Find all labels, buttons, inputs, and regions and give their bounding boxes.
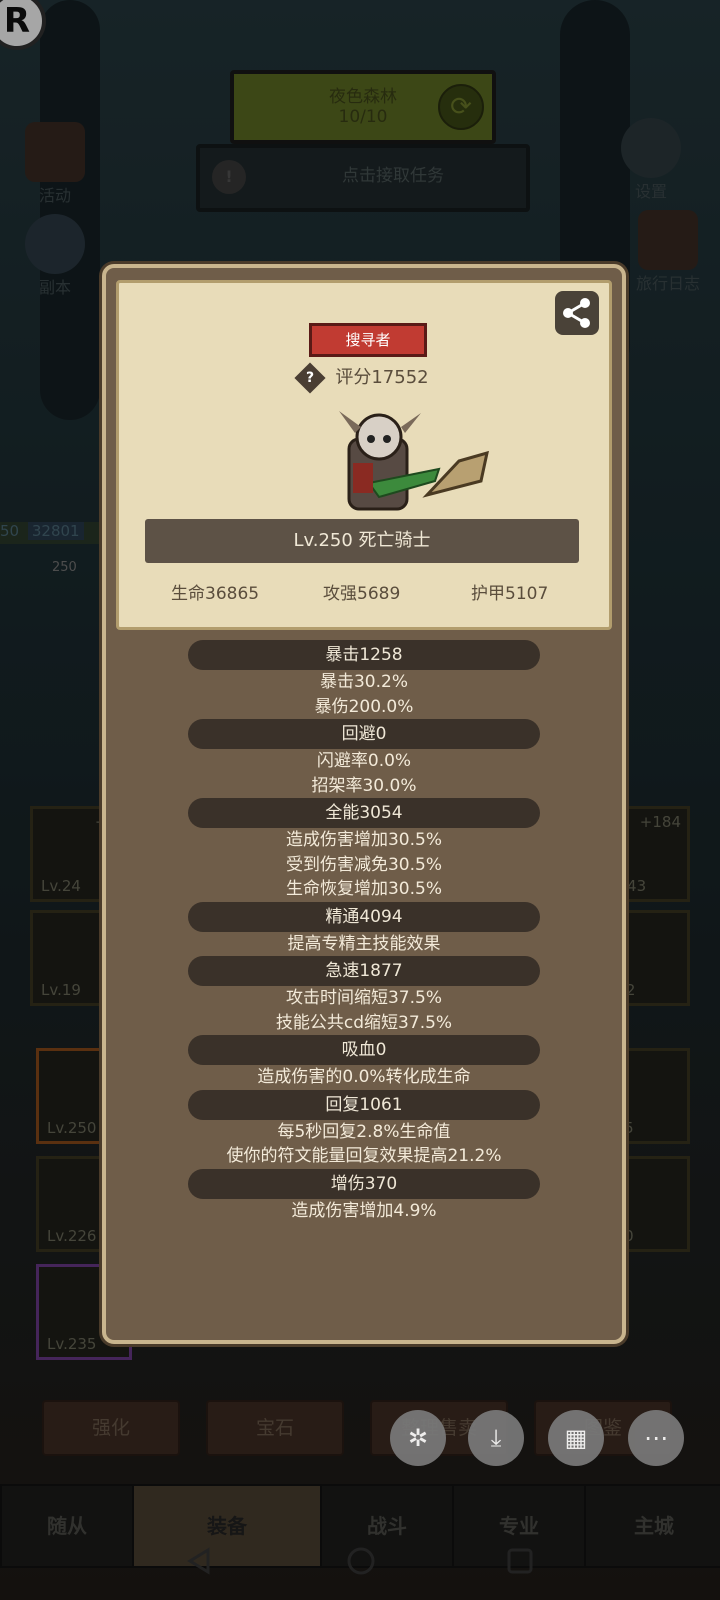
base-stat-armor: 护甲5107 <box>471 584 549 604</box>
stat-header: 回避0 <box>188 719 540 749</box>
stat-detail: 造成伤害的0.0%转化成生命 <box>257 1067 471 1087</box>
stat-header: 吸血0 <box>188 1035 540 1065</box>
stat-header: 回复1061 <box>188 1089 540 1120</box>
back-icon[interactable] <box>184 1546 214 1580</box>
stat-detail: 技能公共cd缩短37.5% <box>275 1012 453 1033</box>
grid-icon[interactable]: ▦ <box>548 1410 604 1466</box>
base-stat-hp: 生命36865 <box>171 584 260 604</box>
help-icon[interactable]: ? <box>294 362 326 394</box>
stat-detail: 造成伤害增加30.5% <box>285 830 442 850</box>
stat-detail: 提高专精主技能效果 <box>287 933 441 954</box>
character-stats-panel: 搜寻者 ? 评分17552 Lv.250 死亡骑士 生命36865 攻强5689 <box>102 264 626 1344</box>
share-icon[interactable] <box>555 291 599 335</box>
death-knight-portrait <box>309 403 489 523</box>
stat-detail: 招架率30.0% <box>311 775 417 796</box>
score: 评分17552 <box>335 367 429 388</box>
stat-detail: 造成伤害增加4.9% <box>291 1200 437 1221</box>
pinwheel-icon[interactable]: ✲ <box>390 1410 446 1466</box>
stat-header: 急速1877 <box>188 956 540 986</box>
score-row: ? 评分17552 <box>119 362 609 394</box>
stat-list: 暴击1258 暴击30.2% 暴伤200.0% 回避0 闪避率0.0% 招架率3… <box>106 640 622 1223</box>
stat-detail: 使你的符文能量回复效果提高21.2% <box>226 1146 502 1166</box>
stat-header: 全能3054 <box>188 798 540 828</box>
base-stat-attack: 攻强5689 <box>323 584 401 604</box>
character-name: Lv.250 死亡骑士 <box>145 519 579 563</box>
stat-detail: 暴击30.2% <box>319 672 408 692</box>
more-icon[interactable]: ⋯ <box>628 1410 684 1466</box>
stat-detail: 受到伤害减免30.5% <box>285 854 442 875</box>
download-icon[interactable]: ⤓ <box>468 1410 524 1466</box>
stat-detail: 生命恢复增加30.5% <box>285 879 442 899</box>
stat-detail: 闪避率0.0% <box>316 751 412 771</box>
recents-icon[interactable] <box>506 1547 534 1579</box>
stat-header: 精通4094 <box>188 901 540 932</box>
stat-detail: 暴伤200.0% <box>314 696 414 717</box>
character-card: 搜寻者 ? 评分17552 Lv.250 死亡骑士 生命36865 攻强5689 <box>116 280 612 630</box>
stat-detail: 攻击时间缩短37.5% <box>285 988 442 1008</box>
stat-header: 暴击1258 <box>188 640 540 670</box>
stat-header: 增伤370 <box>188 1168 540 1199</box>
home-icon[interactable] <box>346 1546 376 1580</box>
stat-detail: 每5秒回复2.8%生命值 <box>277 1121 451 1142</box>
rank-badge: 搜寻者 <box>309 323 427 357</box>
